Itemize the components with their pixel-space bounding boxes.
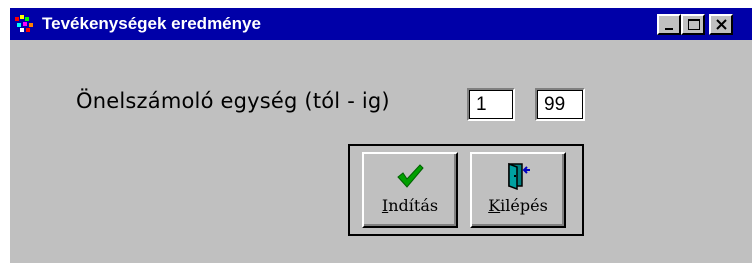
unit-to-input[interactable]: 99 (535, 88, 585, 121)
maximize-button[interactable] (681, 14, 705, 35)
checkmark-icon (397, 164, 424, 188)
app-icon[interactable] (14, 14, 36, 34)
exit-door-icon (508, 162, 530, 190)
title-bar[interactable]: Tevékenységek eredménye (10, 8, 752, 40)
minimize-button[interactable] (657, 14, 681, 35)
dialog-window: Tevékenységek eredménye Önelszámoló egys… (10, 8, 752, 263)
window-title: Tevékenységek eredménye (42, 14, 261, 33)
maximize-icon (688, 19, 700, 30)
exit-button-label: Kilépés (488, 196, 548, 215)
minimize-icon (665, 28, 673, 30)
start-button-label: Indítás (381, 196, 439, 215)
start-button[interactable]: Indítás (362, 152, 458, 228)
unit-range-label: Önelszámoló egység (tól - ig) (76, 89, 390, 113)
close-button[interactable] (709, 14, 733, 35)
exit-button[interactable]: Kilépés (470, 152, 566, 228)
unit-from-input[interactable]: 1 (467, 88, 515, 121)
close-icon (716, 19, 727, 30)
button-panel: Indítás Kilépés (348, 144, 584, 236)
